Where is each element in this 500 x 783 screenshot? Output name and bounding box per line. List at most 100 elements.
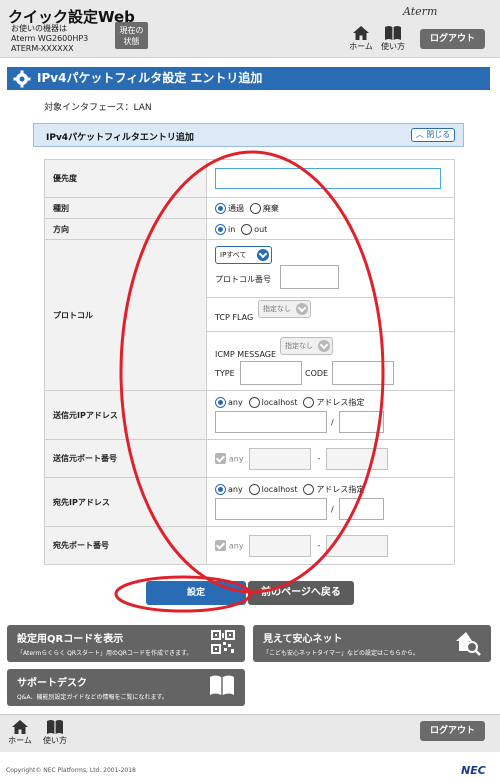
dst-port-end-input[interactable]: [326, 534, 389, 557]
src-ip-label: 送信元IPアドレス: [44, 390, 207, 440]
device-info: お使いの機器は Aterm WG2600HP3 ATERM-XXXXXX: [11, 24, 88, 54]
chevron-down-icon: [296, 303, 308, 315]
book-icon: [210, 675, 234, 695]
src-ip-any-radio[interactable]: [215, 397, 226, 408]
dst-ip-label: 宛先IPアドレス: [44, 477, 207, 527]
src-ip-any-label: any: [228, 398, 243, 407]
tcp-flag-value: 指定なし: [263, 305, 291, 313]
footer-howto-button[interactable]: 使い方: [40, 719, 70, 749]
src-ip-address-label: アドレス指定: [316, 398, 365, 407]
src-ip-localhost-radio[interactable]: [248, 397, 260, 408]
type-label: 種別: [44, 197, 207, 219]
current-status-button[interactable]: 現在の 状態: [115, 22, 148, 49]
protocol-select-value: IPすべて: [220, 251, 247, 259]
close-label: 閉じる: [426, 130, 451, 139]
icmp-code-input[interactable]: [332, 361, 394, 385]
device-info-line: お使いの機器は: [11, 24, 67, 33]
dst-ip-any-radio[interactable]: [215, 484, 226, 495]
status-button-label: 状態: [123, 37, 140, 46]
src-port-end-input[interactable]: [326, 447, 389, 470]
icmp-code-label: CODE: [305, 369, 329, 378]
device-info-line: Aterm WG2600HP3: [11, 34, 89, 43]
qr-card-subtitle: 「Atermらくらく QRスタート」用のQRコードを作成できます。: [17, 650, 193, 657]
section-title: IPv4パケットフィルタエントリ追加: [46, 133, 194, 143]
icmp-type-input[interactable]: [240, 361, 302, 385]
protocol-row: プロトコル IPすべて プロトコル番号 TCP FLAG 指定なし ICMP M…: [44, 239, 455, 391]
support-card-title: サポートデスク: [17, 678, 87, 689]
src-port-label: 送信元ポート番号: [44, 439, 207, 478]
dst-ip-address-radio[interactable]: [303, 484, 315, 495]
dst-ip-localhost-label: localhost: [261, 485, 298, 494]
footer-howto-label: 使い方: [43, 736, 67, 745]
home-search-icon: [456, 632, 481, 656]
dst-ip-localhost-radio[interactable]: [248, 484, 260, 495]
src-ip-row: 送信元IPアドレス any localhost アドレス指定 /: [44, 390, 455, 440]
back-button[interactable]: 前のページへ戻る: [248, 581, 354, 605]
icmp-message-value: 指定なし: [285, 342, 313, 350]
src-port-row: 送信元ポート番号 any -: [44, 439, 455, 478]
src-ip-address-radio[interactable]: [303, 397, 315, 408]
priority-label: 優先度: [44, 159, 207, 198]
footer-bar: ホーム 使い方 ログアウト: [0, 714, 500, 752]
book-icon: [385, 26, 401, 40]
priority-input[interactable]: [215, 168, 441, 189]
dst-port-any-label: any: [228, 541, 244, 550]
direction-out-label: out: [254, 224, 268, 234]
dst-ip-mask-input[interactable]: [339, 498, 384, 520]
home-label: ホーム: [349, 42, 373, 51]
icmp-type-label: TYPE: [215, 369, 235, 378]
src-port-dash: -: [317, 454, 321, 463]
close-section-button[interactable]: ︿ 閉じる: [411, 128, 455, 142]
footer-logout-button[interactable]: ログアウト: [420, 721, 485, 741]
qr-code-card[interactable]: 設定用QRコードを表示 「Atermらくらく QRスタート」用のQRコードを作成…: [7, 625, 245, 662]
protocol-number-label: プロトコル番号: [215, 275, 271, 284]
icmp-message-label: ICMP MESSAGE: [215, 350, 277, 359]
dst-port-dash: -: [317, 541, 321, 550]
aterm-logo: Aterm: [403, 5, 438, 18]
support-desk-card[interactable]: サポートデスク Q&A、機能別設定ガイドなどの情報をご覧になれます。: [7, 669, 245, 706]
src-ip-mask-input[interactable]: [339, 411, 384, 433]
type-discard-radio[interactable]: [249, 202, 261, 214]
direction-in-radio[interactable]: [215, 223, 226, 235]
dst-port-start-input[interactable]: [249, 534, 312, 557]
set-button[interactable]: 設定: [146, 581, 246, 605]
mieteanshin-card-title: 見えて安心ネット: [263, 634, 343, 645]
home-icon: [353, 26, 369, 40]
direction-row: 方向 in out: [44, 218, 455, 240]
status-button-label: 現在の: [119, 26, 144, 35]
home-icon: [12, 720, 28, 734]
icmp-message-select[interactable]: 指定なし: [280, 337, 333, 355]
nec-logo: NEC: [461, 764, 486, 777]
type-pass-radio[interactable]: [215, 202, 226, 214]
footer-home-label: ホーム: [8, 736, 32, 745]
footer-home-button[interactable]: ホーム: [5, 719, 35, 749]
src-ip-localhost-label: localhost: [261, 398, 298, 407]
howto-button[interactable]: 使い方: [378, 25, 408, 55]
protocol-number-input[interactable]: [280, 265, 339, 289]
protocol-select[interactable]: IPすべて: [215, 246, 272, 264]
dst-ip-address-input[interactable]: [215, 498, 327, 520]
direction-out-radio[interactable]: [241, 223, 253, 235]
howto-label: 使い方: [381, 42, 405, 51]
type-discard-label: 廃棄: [262, 203, 279, 213]
copyright: Copyright© NEC Platforms, Ltd. 2001-2018: [6, 767, 136, 774]
logout-button[interactable]: ログアウト: [420, 29, 485, 49]
dst-port-any-checkbox[interactable]: [215, 540, 226, 551]
dst-ip-slash: /: [331, 505, 334, 514]
type-pass-label: 通過: [228, 203, 244, 213]
interface-label: 対象インタフェース：LAN: [44, 103, 152, 113]
tcp-flag-select[interactable]: 指定なし: [258, 300, 311, 318]
section-header: IPv4パケットフィルタエントリ追加 ︿ 閉じる: [33, 123, 464, 147]
mieteanshin-card[interactable]: 見えて安心ネット 「こども安心ネットタイマー」などの設定はこちらから。: [253, 625, 491, 662]
src-ip-address-input[interactable]: [215, 411, 327, 433]
header: クイック設定Web お使いの機器は Aterm WG2600HP3 ATERM-…: [0, 0, 500, 58]
direction-in-label: in: [228, 224, 236, 234]
page-title: IPv4パケットフィルタ設定 エントリ追加: [37, 71, 263, 85]
support-card-subtitle: Q&A、機能別設定ガイドなどの情報をご覧になれます。: [17, 694, 168, 701]
dst-ip-any-label: any: [228, 485, 243, 494]
src-port-any-checkbox[interactable]: [215, 453, 226, 464]
qr-code-icon: [211, 630, 235, 654]
home-button[interactable]: ホーム: [346, 25, 376, 55]
src-port-start-input[interactable]: [249, 447, 312, 470]
qr-card-title: 設定用QRコードを表示: [17, 634, 124, 645]
